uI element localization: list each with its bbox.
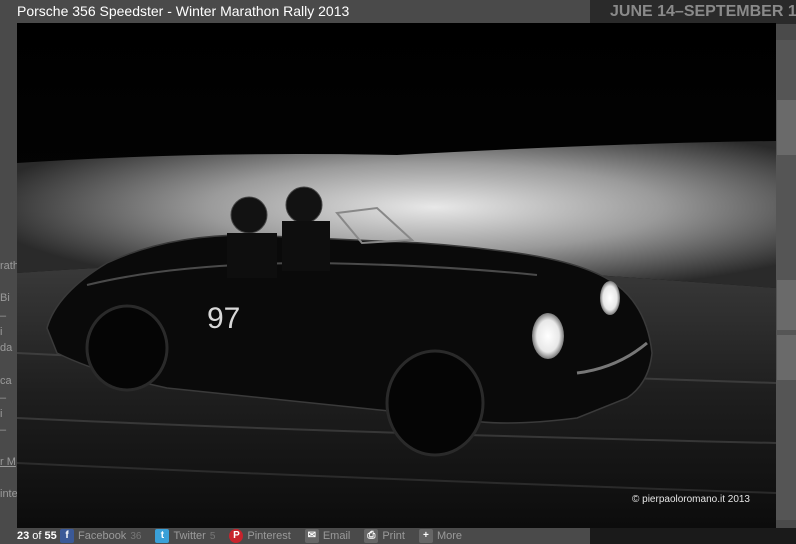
share-count: 36 — [130, 530, 142, 542]
more-icon: + — [418, 529, 433, 543]
share-label: Twitter — [173, 530, 206, 542]
image-counter: 23 of 55 — [17, 529, 57, 543]
counter-total: 55 — [44, 530, 57, 542]
race-number: 97 — [207, 302, 240, 335]
email-icon: ✉ — [304, 529, 319, 543]
share-print[interactable]: ⎙ Print — [364, 529, 405, 543]
share-label: Print — [382, 530, 405, 542]
headlight-right — [600, 281, 620, 315]
counter-current: 23 — [17, 530, 30, 542]
rear-wheel — [85, 304, 169, 392]
share-label: More — [436, 530, 463, 542]
background-text: rath — [0, 260, 18, 272]
lightbox-image[interactable]: 97 © pierpaoloromano.it 2013 — [17, 23, 776, 528]
background-text: inte — [0, 488, 18, 500]
front-wheel — [385, 349, 485, 457]
print-icon: ⎙ — [364, 529, 379, 543]
share-label: Pinterest — [247, 530, 291, 542]
share-count: 5 — [209, 530, 216, 542]
background-text: – — [0, 392, 7, 404]
pinterest-icon: P — [229, 529, 244, 543]
background-text: – — [0, 310, 7, 322]
twitter-icon: t — [155, 529, 170, 543]
share-facebook[interactable]: f Facebook 36 — [60, 529, 141, 543]
background-ad-block — [777, 280, 796, 330]
share-label: Email — [322, 530, 351, 542]
passenger-helmet — [285, 186, 323, 224]
background-ad-block — [777, 100, 796, 155]
headlight-left — [532, 313, 564, 359]
photo-porsche-speedster: 97 — [17, 23, 776, 528]
share-more[interactable]: + More — [418, 529, 463, 543]
lightbox-title: Porsche 356 Speedster - Winter Marathon … — [17, 3, 350, 19]
photo-credit: © pierpaoloromano.it 2013 — [632, 494, 750, 505]
background-text: da — [0, 342, 13, 354]
share-pinterest[interactable]: P Pinterest — [229, 529, 291, 543]
driver-helmet — [230, 196, 268, 234]
share-label: Facebook — [78, 530, 127, 542]
background-ad-banner: JUNE 14–SEPTEMBER 1 — [590, 0, 796, 24]
share-bar: f Facebook 36 t Twitter 5 P Pinterest ✉ … — [60, 528, 462, 544]
background-link: r M — [0, 456, 16, 468]
background-ad-block — [777, 335, 796, 380]
facebook-icon: f — [60, 529, 74, 543]
background-text: i — [0, 408, 3, 420]
background-text: – — [0, 424, 7, 436]
counter-separator: of — [29, 530, 45, 542]
background-text: ca — [0, 375, 12, 387]
share-email[interactable]: ✉ Email — [304, 529, 351, 543]
share-twitter[interactable]: t Twitter 5 — [155, 529, 215, 543]
background-text: i — [0, 326, 3, 338]
background-text: Bi — [0, 292, 10, 304]
background-logo — [590, 528, 796, 544]
